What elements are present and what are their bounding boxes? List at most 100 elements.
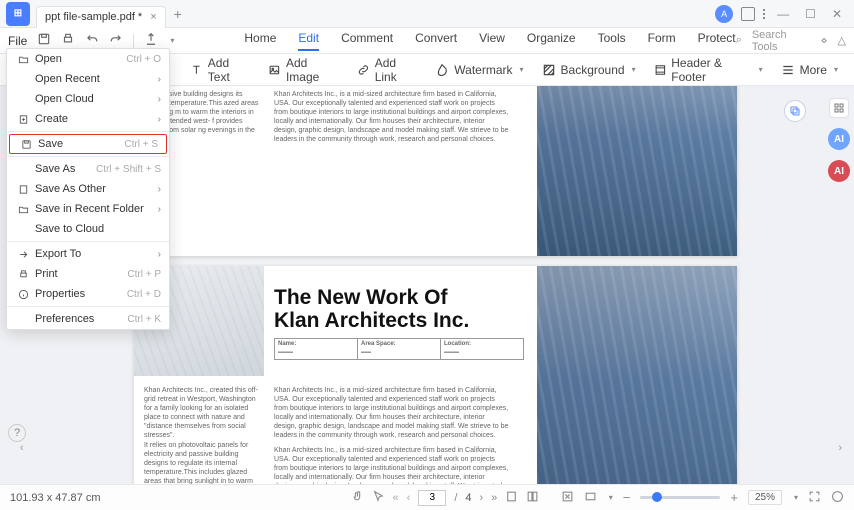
menu-save-as-other[interactable]: Save As Other› [7, 179, 169, 199]
doc-text-block: Khan Architects Inc., is a mid-sized arc… [274, 90, 509, 145]
add-image-button[interactable]: Add Image [268, 56, 339, 84]
menu-save-as[interactable]: Save AsCtrl + Shift + S [7, 159, 169, 179]
menu-save-recent-folder[interactable]: Save in Recent Folder› [7, 199, 169, 219]
status-bar: 101.93 x 47.87 cm « ‹ /4 › » ▾ − + 25%▾ [0, 484, 854, 510]
page-number-input[interactable] [418, 490, 446, 506]
maximize-button[interactable]: ☐ [801, 7, 820, 21]
tab-title: ppt file-sample.pdf * [45, 11, 142, 23]
help-icon[interactable]: ? [8, 424, 26, 442]
menu-open-cloud[interactable]: Open Cloud› [7, 89, 169, 109]
save-icon [18, 139, 34, 150]
print-icon [15, 269, 31, 280]
close-window-button[interactable]: ✕ [828, 7, 846, 21]
header-footer-button[interactable]: Header & Footer▾ [654, 56, 763, 84]
tab-protect[interactable]: Protect [698, 31, 736, 51]
create-icon [15, 114, 31, 125]
page-total: 4 [465, 492, 471, 504]
menu-save-to-cloud[interactable]: Save to Cloud [7, 219, 169, 239]
zoom-value[interactable]: 25% [748, 490, 782, 505]
document-tab[interactable]: ppt file-sample.pdf * × [36, 6, 166, 28]
menu-save[interactable]: SaveCtrl + S [9, 134, 167, 154]
info-icon [15, 289, 31, 300]
watermark-button[interactable]: Watermark▾ [435, 63, 523, 77]
menu-preferences[interactable]: PreferencesCtrl + K [7, 309, 169, 329]
tab-tools[interactable]: Tools [598, 31, 626, 51]
print-icon[interactable] [61, 32, 75, 49]
menu-properties[interactable]: PropertiesCtrl + D [7, 284, 169, 304]
prev-page-icon[interactable]: ‹ [407, 492, 411, 504]
doc-table: Name:▬▬▬ Area Space:▬▬ Location:▬▬▬ [274, 338, 524, 360]
avatar[interactable]: A [715, 5, 733, 23]
copy-badge-icon[interactable] [784, 100, 806, 122]
tab-edit[interactable]: Edit [298, 31, 319, 51]
menu-create[interactable]: Create› [7, 109, 169, 129]
document-page[interactable]: The New Work Of Klan Architects Inc. Nam… [134, 266, 737, 484]
folder-icon [15, 204, 31, 215]
doc-heading: Klan Architects Inc. [274, 309, 524, 332]
save-icon[interactable] [37, 32, 51, 49]
tab-organize[interactable]: Organize [527, 31, 576, 51]
document-page[interactable]: and passive building designs its interna… [134, 86, 737, 256]
document-icon [15, 184, 31, 195]
tab-form[interactable]: Form [648, 31, 676, 51]
zoom-in-icon[interactable]: + [730, 490, 738, 505]
doc-heading: The New Work Of [274, 286, 524, 309]
last-page-icon[interactable]: » [491, 492, 497, 504]
chevron-right-icon: › [158, 114, 161, 125]
zoom-slider[interactable] [640, 496, 720, 499]
first-page-icon[interactable]: « [393, 492, 399, 504]
close-tab-icon[interactable]: × [150, 11, 156, 23]
doc-text-block: Khan Architects Inc., is a mid-sized arc… [274, 386, 509, 441]
expand-icon[interactable]: △ [838, 34, 846, 47]
tab-comment[interactable]: Comment [341, 31, 393, 51]
file-menu: OpenCtrl + O Open Recent› Open Cloud› Cr… [6, 48, 170, 330]
more-menu-icon[interactable] [763, 7, 765, 21]
page-layout2-icon[interactable] [526, 490, 539, 506]
panel-toggle-icon[interactable] [829, 98, 849, 118]
menu-open-recent[interactable]: Open Recent› [7, 69, 169, 89]
add-tab-button[interactable]: + [174, 6, 182, 22]
read-mode-icon[interactable] [831, 490, 844, 506]
collapse-ribbon-icon[interactable]: ⋄ [821, 34, 828, 47]
background-button[interactable]: Background▾ [542, 63, 636, 77]
ai-secondary-icon[interactable]: AI [828, 160, 850, 182]
qat-dropdown[interactable]: ▾ [170, 36, 174, 45]
select-tool-icon[interactable] [372, 490, 385, 506]
share-icon[interactable] [144, 32, 158, 49]
add-link-button[interactable]: Add Link [357, 56, 417, 84]
menu-open[interactable]: OpenCtrl + O [7, 49, 169, 69]
menu-export-to[interactable]: Export To› [7, 244, 169, 264]
more-button[interactable]: More▾ [781, 63, 838, 77]
fit-width-icon[interactable] [584, 490, 597, 506]
folder-open-icon [15, 54, 31, 65]
search-tools-input[interactable]: Search Tools [752, 29, 811, 53]
scroll-left-icon[interactable]: ‹ [20, 442, 24, 454]
scroll-right-icon[interactable]: › [838, 442, 842, 454]
minimize-button[interactable]: — [773, 7, 793, 21]
search-icon: ⌕ [736, 34, 742, 47]
chevron-right-icon: › [158, 249, 161, 260]
fit-page-icon[interactable] [561, 490, 574, 506]
tab-view[interactable]: View [479, 31, 505, 51]
fullscreen-icon[interactable] [808, 490, 821, 506]
export-icon [15, 249, 31, 260]
hand-tool-icon[interactable] [351, 490, 364, 506]
tab-home[interactable]: Home [244, 31, 276, 51]
menu-print[interactable]: PrintCtrl + P [7, 264, 169, 284]
page-layout-icon[interactable] [505, 490, 518, 506]
doc-text-block: It relies on photovoltaic panels for ele… [144, 441, 259, 484]
redo-icon[interactable] [109, 32, 123, 49]
file-menu-button[interactable]: File [8, 34, 37, 48]
tab-convert[interactable]: Convert [415, 31, 457, 51]
zoom-out-icon[interactable]: − [623, 490, 631, 505]
chevron-right-icon: › [158, 74, 161, 85]
coords-display: 101.93 x 47.87 cm [10, 492, 101, 504]
add-text-button[interactable]: Add Text [190, 56, 250, 84]
ai-assistant-icon[interactable]: AI [828, 128, 850, 150]
next-page-icon[interactable]: › [480, 492, 484, 504]
document-image [537, 86, 737, 256]
app-icon: ⊞ [6, 2, 30, 26]
doc-text-block: Khan Architects Inc., created this off-g… [144, 386, 259, 441]
undo-icon[interactable] [85, 32, 99, 49]
notes-icon[interactable] [741, 7, 755, 21]
